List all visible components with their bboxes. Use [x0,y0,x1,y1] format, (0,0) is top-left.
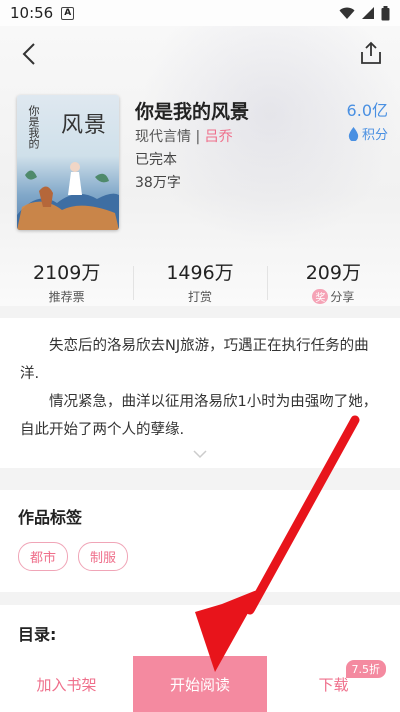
signal-icon [362,7,374,19]
stat-recommend[interactable]: 2109万 推荐票 [0,258,133,308]
book-word-count: 38万字 [135,175,181,191]
share-icon[interactable] [358,40,384,66]
description-card[interactable]: 失恋后的洛易欣去NJ旅游，巧遇正在执行任务的曲洋. 情况紧急，曲洋以征用洛易欣1… [0,318,400,468]
stats-row: 2109万 推荐票 1496万 打赏 209万 奖分享 [0,258,400,308]
stat-label-row: 奖分享 [267,288,400,305]
discount-badge: 7.5折 [345,660,386,678]
status-time: 10:56 [10,4,54,22]
start-reading-button[interactable]: 开始阅读 [133,656,267,712]
meta-separator: | [191,129,205,145]
tag-item[interactable]: 制服 [78,542,129,571]
status-icons [339,5,390,21]
stat-tip[interactable]: 1496万 打赏 [133,258,266,308]
wifi-icon [339,7,355,19]
book-status: 已完本 [135,152,177,168]
description-paragraph: 情况紧急，曲洋以征用洛易欣1小时为由强吻了她，自此开始了两个人的孽缘. [20,394,378,438]
download-button[interactable]: 下载 7.5折 [267,656,400,712]
tags-heading: 作品标签 [18,508,83,527]
description-paragraph: 失恋后的洛易欣去NJ旅游，巧遇正在执行任务的曲洋. [20,338,369,382]
stat-value: 2109万 [32,262,101,284]
app-notification-icon: A [61,6,75,20]
stat-label: 推荐票 [48,290,85,304]
battery-icon [381,5,390,20]
stat-value: 1496万 [166,262,234,284]
book-cover[interactable]: 你是我的 风景 [17,95,119,230]
cover-illustration [17,162,119,230]
expand-chevron-icon[interactable] [192,449,208,459]
back-icon[interactable] [16,40,44,68]
stat-share[interactable]: 209万 奖分享 [266,258,400,308]
book-score[interactable]: 6.0亿 积分 [347,97,388,143]
book-title: 你是我的风景 [135,101,250,123]
score-value: 6.0亿 [346,101,388,120]
tag-item[interactable]: 都市 [18,542,69,571]
stat-label: 分享 [330,290,355,304]
score-label-row: 积分 [347,124,388,143]
book-author[interactable]: 吕乔 [205,129,233,145]
add-to-shelf-button[interactable]: 加入书架 [0,656,133,712]
reward-badge: 奖 [312,289,329,304]
score-label: 积分 [361,128,388,143]
stat-value: 209万 [305,262,361,284]
book-meta: 现代言情 | 吕乔 [135,126,233,146]
book-genre[interactable]: 现代言情 [135,129,191,145]
drop-icon [348,126,359,141]
tags-section: 作品标签 都市 制服 [0,490,400,592]
bottom-action-bar: 加入书架 开始阅读 下载 7.5折 [0,656,400,712]
stat-label: 打赏 [187,290,212,304]
toc-heading: 目录: [18,625,57,644]
status-bar: 10:56 A [0,0,400,26]
download-label: 下载 [318,675,349,694]
tag-list: 都市 制服 [18,542,382,571]
